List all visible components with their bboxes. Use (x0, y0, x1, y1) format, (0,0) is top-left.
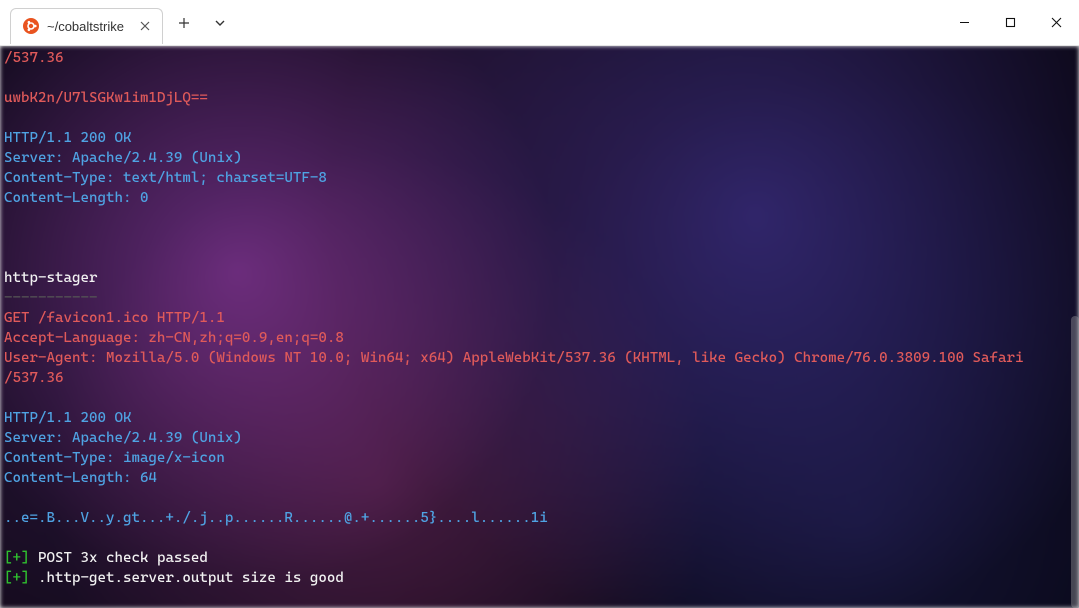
terminal-line: GET /favicon1.ico HTTP/1.1 (4, 308, 1077, 328)
minimize-button[interactable] (941, 0, 987, 46)
terminal-line (4, 388, 1077, 408)
tab-title: ~/cobaltstrike (47, 19, 124, 34)
terminal-line (4, 108, 1077, 128)
window-controls (941, 0, 1079, 45)
new-tab-button[interactable] (169, 8, 199, 38)
terminal-line: http-stager (4, 268, 1077, 288)
terminal-line: Accept-Language: zh-CN,zh;q=0.9,en;q=0.8 (4, 328, 1077, 348)
terminal-line (4, 488, 1077, 508)
terminal-status-line: [+] POST 3x check passed (4, 548, 1077, 568)
terminal-line: /537.36 (4, 368, 1077, 388)
tab-dropdown-button[interactable] (205, 8, 235, 38)
scrollbar-thumb[interactable] (1071, 316, 1079, 608)
status-message: POST 3x check passed (30, 550, 208, 566)
terminal-line: uwbK2n/U7lSGKw1im1DjLQ== (4, 88, 1077, 108)
terminal-tab[interactable]: ~/cobaltstrike (10, 8, 163, 44)
terminal-line: Content-Type: image/x-icon (4, 448, 1077, 468)
status-prefix: [+] (4, 570, 30, 586)
status-message: .http-get.server.output size is good (30, 570, 344, 586)
terminal-line: Content-Type: text/html; charset=UTF-8 (4, 168, 1077, 188)
terminal-line: User-Agent: Mozilla/5.0 (Windows NT 10.0… (4, 348, 1077, 368)
terminal-line: /537.36 (4, 48, 1077, 68)
terminal-line: ----------- (4, 288, 1077, 308)
ubuntu-icon (23, 18, 39, 34)
terminal-line (4, 68, 1077, 88)
terminal-line (4, 208, 1077, 228)
titlebar-left: ~/cobaltstrike (0, 0, 235, 45)
maximize-button[interactable] (987, 0, 1033, 46)
terminal-line: ..e=.B...V..y.gt...+./.j..p......R......… (4, 508, 1077, 528)
terminal-line: Content-Length: 0 (4, 188, 1077, 208)
terminal-line: Server: Apache/2.4.39 (Unix) (4, 428, 1077, 448)
terminal-line: Server: Apache/2.4.39 (Unix) (4, 148, 1077, 168)
status-prefix: [+] (4, 550, 30, 566)
terminal-line (4, 228, 1077, 248)
close-window-button[interactable] (1033, 0, 1079, 46)
terminal-line (4, 528, 1077, 548)
terminal-line: HTTP/1.1 200 OK (4, 408, 1077, 428)
terminal-status-line: [+] .http-get.server.output size is good (4, 568, 1077, 588)
terminal-output: /537.36 uwbK2n/U7lSGKw1im1DjLQ== HTTP/1.… (0, 46, 1079, 608)
scrollbar[interactable] (1071, 46, 1079, 608)
titlebar: ~/cobaltstrike (0, 0, 1079, 46)
terminal-area[interactable]: /537.36 uwbK2n/U7lSGKw1im1DjLQ== HTTP/1.… (0, 46, 1079, 608)
terminal-line (4, 248, 1077, 268)
close-tab-button[interactable] (138, 19, 152, 33)
terminal-line: Content-Length: 64 (4, 468, 1077, 488)
terminal-line: HTTP/1.1 200 OK (4, 128, 1077, 148)
